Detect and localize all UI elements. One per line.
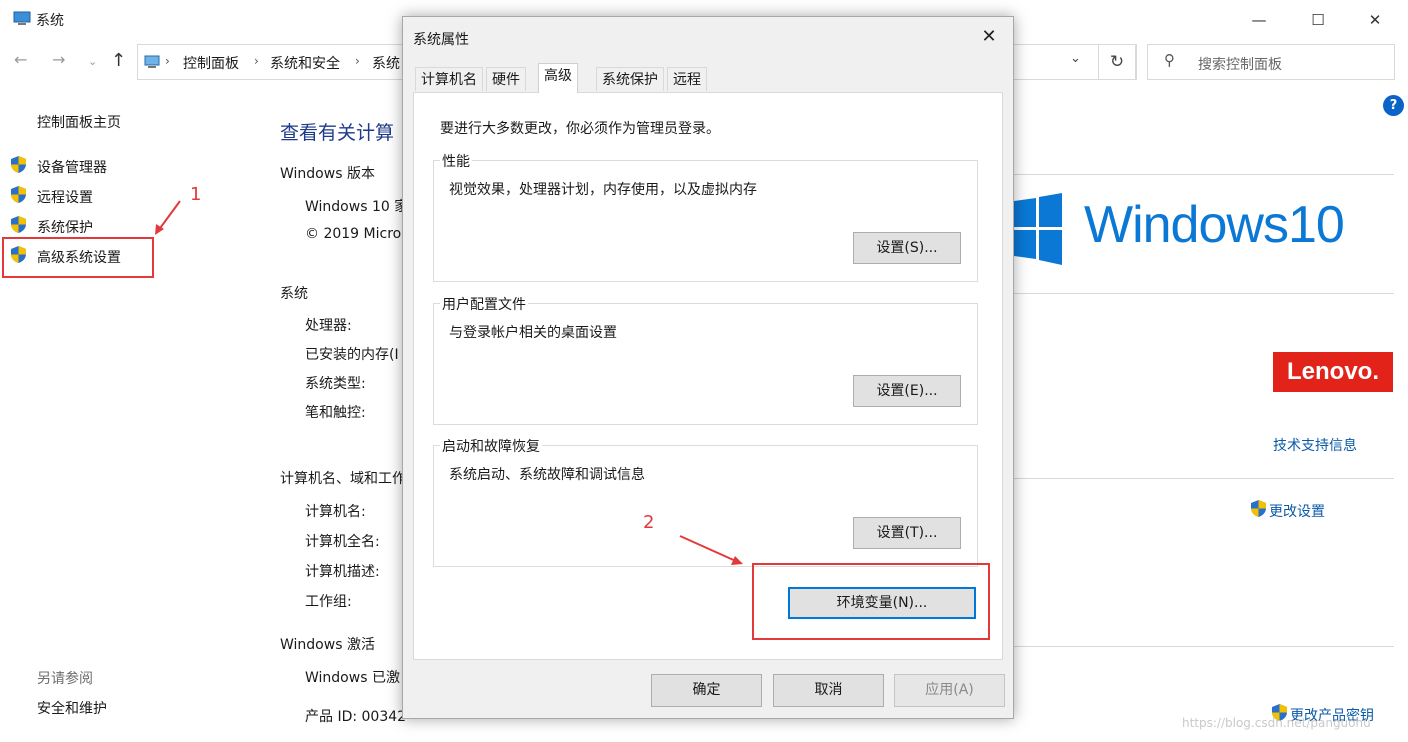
breadcrumb-system[interactable]: 系统 — [372, 53, 400, 73]
processor-label: 处理器: — [305, 318, 352, 334]
product-id: 产品 ID: 00342 — [305, 709, 407, 725]
breadcrumb-separator-icon: › — [254, 54, 259, 68]
sidebar-home-link[interactable]: 控制面板主页 — [37, 112, 121, 132]
cancel-button[interactable]: 取消 — [773, 674, 884, 707]
dialog-close-button[interactable]: ✕ — [975, 23, 1003, 51]
annotation-arrow-icon — [679, 535, 743, 565]
uac-shield-icon — [1251, 500, 1266, 517]
section-divider — [1014, 646, 1394, 647]
system-app-icon — [13, 11, 31, 25]
sidebar-item-device-manager[interactable]: 设备管理器 — [37, 157, 107, 177]
uac-shield-icon — [11, 156, 26, 173]
dialog-title: 系统属性 — [413, 32, 469, 48]
tab-remote[interactable]: 远程 — [667, 67, 707, 91]
support-info-link[interactable]: 技术支持信息 — [1273, 435, 1357, 455]
back-arrow-icon[interactable]: ← — [14, 50, 27, 69]
admin-note: 要进行大多数更改，你必须作为管理员登录。 — [440, 121, 720, 137]
section-divider — [1014, 174, 1394, 175]
startup-recovery-group-desc: 系统启动、系统故障和调试信息 — [449, 467, 645, 483]
performance-settings-button[interactable]: 设置(S)... — [853, 232, 961, 264]
search-input[interactable]: ⚲ 搜索控制面板 — [1147, 44, 1395, 80]
help-icon[interactable]: ? — [1383, 95, 1404, 116]
tab-system-protection[interactable]: 系统保护 — [596, 67, 664, 91]
performance-group-title: 性能 — [440, 151, 472, 171]
pen-touch-label: 笔和触控: — [305, 405, 366, 421]
system-heading: 系统 — [280, 286, 308, 302]
search-icon: ⚲ — [1164, 51, 1175, 69]
annotation-number-1: 1 — [190, 184, 202, 205]
windows-edition-value: Windows 10 家 — [305, 199, 409, 215]
lenovo-logo: Lenovo. — [1273, 352, 1393, 392]
computer-name-heading: 计算机名、域和工作 — [280, 471, 406, 487]
breadcrumb-separator-icon: › — [355, 54, 360, 68]
performance-group: 性能 视觉效果，处理器计划，内存使用，以及虚拟内存 设置(S)... — [433, 151, 978, 282]
sidebar-item-remote-settings[interactable]: 远程设置 — [37, 187, 93, 207]
apply-button[interactable]: 应用(A) — [894, 674, 1005, 707]
performance-group-desc: 视觉效果，处理器计划，内存使用，以及虚拟内存 — [449, 182, 757, 198]
change-settings-link[interactable]: 更改设置 — [1269, 501, 1325, 521]
see-also-heading: 另请参阅 — [37, 671, 93, 687]
sidebar-security-maintenance-link[interactable]: 安全和维护 — [37, 698, 107, 718]
breadcrumb-system-security[interactable]: 系统和安全 — [270, 53, 340, 73]
window-title: 系统 — [36, 13, 64, 29]
maximize-button[interactable]: ☐ — [1295, 6, 1341, 34]
minimize-button[interactable]: — — [1236, 6, 1282, 34]
close-window-button[interactable]: ✕ — [1352, 6, 1398, 34]
section-divider — [1014, 478, 1394, 479]
activation-heading: Windows 激活 — [280, 637, 375, 653]
full-computer-name-label: 计算机全名: — [305, 534, 380, 550]
section-divider — [1014, 293, 1394, 294]
copyright-text: © 2019 Micro — [305, 226, 402, 242]
annotation-arrow-icon — [155, 200, 181, 235]
memory-label: 已安装的内存(I — [305, 347, 399, 363]
user-profiles-group: 用户配置文件 与登录帐户相关的桌面设置 设置(E)... — [433, 294, 978, 425]
tab-hardware[interactable]: 硬件 — [486, 67, 526, 91]
watermark-text: https://blog.csdn.net/panguohu — [1182, 716, 1371, 730]
tab-computer-name[interactable]: 计算机名 — [415, 67, 483, 91]
computer-description-label: 计算机描述: — [305, 564, 380, 580]
forward-arrow-icon[interactable]: → — [52, 50, 65, 69]
annotation-highlight-box — [2, 237, 154, 278]
breadcrumb-separator-icon: › — [165, 54, 170, 68]
startup-recovery-group-title: 启动和故障恢复 — [440, 436, 542, 456]
windows-edition-heading: Windows 版本 — [280, 166, 375, 182]
activation-status: Windows 已激 — [305, 670, 400, 686]
windows10-wordmark: Windows10 — [1084, 196, 1345, 254]
address-dropdown-icon[interactable]: ⌄ — [1070, 51, 1081, 66]
ok-button[interactable]: 确定 — [651, 674, 762, 707]
user-profiles-group-desc: 与登录帐户相关的桌面设置 — [449, 325, 617, 341]
recent-locations-chevron-icon[interactable]: ⌄ — [88, 55, 97, 68]
system-type-label: 系统类型: — [305, 376, 366, 392]
user-profiles-group-title: 用户配置文件 — [440, 294, 528, 314]
annotation-number-2: 2 — [643, 512, 655, 533]
computer-name-label: 计算机名: — [305, 504, 366, 520]
uac-shield-icon — [11, 216, 26, 233]
uac-shield-icon — [11, 186, 26, 203]
startup-recovery-settings-button[interactable]: 设置(T)... — [853, 517, 961, 549]
tab-advanced[interactable]: 高级 — [538, 63, 578, 93]
annotation-highlight-box — [752, 563, 990, 640]
user-profiles-settings-button[interactable]: 设置(E)... — [853, 375, 961, 407]
windows-logo-icon — [1014, 193, 1062, 265]
page-title: 查看有关计算 — [280, 122, 395, 144]
control-panel-icon — [144, 55, 160, 68]
workgroup-label: 工作组: — [305, 594, 352, 610]
breadcrumb-control-panel[interactable]: 控制面板 — [183, 53, 239, 73]
up-arrow-icon[interactable]: ↑ — [111, 50, 126, 71]
sidebar-item-system-protection[interactable]: 系统保护 — [37, 217, 93, 237]
refresh-icon[interactable]: ↻ — [1098, 44, 1136, 80]
search-placeholder: 搜索控制面板 — [1198, 57, 1282, 73]
